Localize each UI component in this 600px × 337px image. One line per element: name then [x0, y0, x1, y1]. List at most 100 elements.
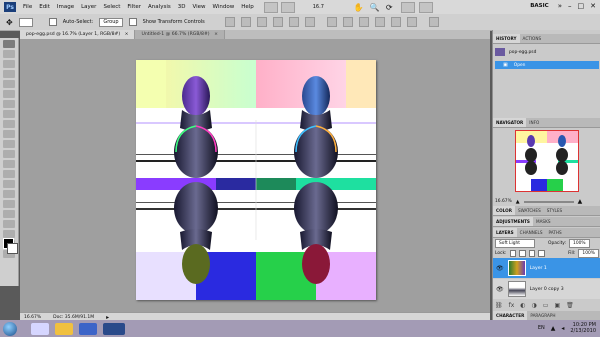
dodge-tool-icon[interactable]: [3, 170, 15, 178]
distribute-bottom-icon[interactable]: [358, 17, 369, 27]
align-hcenter-icon[interactable]: [288, 17, 299, 27]
menu-3d[interactable]: 3D: [178, 4, 186, 10]
3d-rotate-tool-icon[interactable]: [3, 220, 15, 228]
eyedropper-tool-icon[interactable]: [3, 90, 15, 98]
close-icon[interactable]: ×: [214, 32, 218, 37]
start-button[interactable]: [3, 321, 17, 336]
tab-paths[interactable]: PATHS: [546, 228, 565, 237]
distribute-right-icon[interactable]: [406, 17, 417, 27]
crop-tool-icon[interactable]: [3, 80, 15, 88]
path-select-tool-icon[interactable]: [3, 200, 15, 208]
history-step-open[interactable]: ▣ Open: [495, 61, 599, 69]
tab-masks[interactable]: MASKS: [533, 217, 554, 226]
new-group-icon[interactable]: ▭: [543, 302, 549, 309]
move-tool-icon[interactable]: ✥: [6, 18, 13, 27]
link-layers-icon[interactable]: ⛓: [495, 302, 503, 309]
tab-swatches[interactable]: SWATCHES: [515, 206, 544, 215]
tab-paragraph[interactable]: PARAGRAPH: [527, 311, 558, 320]
brush-tool-icon[interactable]: [3, 110, 15, 118]
zoom-tool-icon[interactable]: 🔍: [370, 3, 380, 12]
distribute-top-icon[interactable]: [326, 17, 337, 27]
zoom-level[interactable]: 16.7: [313, 4, 324, 10]
volume-icon[interactable]: ◂: [561, 325, 564, 332]
shape-tool-icon[interactable]: [3, 210, 15, 218]
navigator-zoom[interactable]: 16.67%: [495, 199, 512, 204]
minimize-icon[interactable]: –: [568, 2, 572, 10]
delete-layer-icon[interactable]: 🗑: [566, 302, 574, 309]
folder-taskbar-icon[interactable]: [55, 322, 73, 335]
align-vcenter-icon[interactable]: [240, 17, 251, 27]
3d-orbit-tool-icon[interactable]: [3, 230, 15, 238]
transform-controls-checkbox[interactable]: [128, 18, 137, 26]
layer-row-layer-1[interactable]: 👁 Layer 1: [493, 258, 600, 278]
network-icon[interactable]: ▲: [551, 325, 556, 332]
distribute-left-icon[interactable]: [374, 17, 385, 27]
tab-info[interactable]: INFO: [526, 118, 542, 127]
tab-character[interactable]: CHARACTER: [493, 311, 528, 320]
add-mask-icon[interactable]: ◐: [520, 302, 525, 309]
hand-tool-icon[interactable]: ✋: [354, 3, 364, 12]
tab-history[interactable]: HISTORY: [493, 34, 520, 43]
adjustment-layer-icon[interactable]: ◑: [532, 302, 537, 309]
healing-brush-tool-icon[interactable]: [3, 100, 15, 108]
opacity-field[interactable]: 100%: [569, 239, 590, 248]
menu-view[interactable]: View: [192, 4, 205, 10]
auto-select-checkbox[interactable]: [48, 18, 57, 26]
media-taskbar-icon[interactable]: [79, 322, 97, 335]
fill-field[interactable]: 100%: [578, 249, 599, 258]
tab-styles[interactable]: STYLES: [544, 206, 565, 215]
align-top-icon[interactable]: [224, 17, 235, 27]
align-bottom-icon[interactable]: [256, 17, 267, 27]
layer-row-layer-0-copy-3[interactable]: 👁 Layer 0 copy 3: [493, 279, 600, 299]
quick-select-tool-icon[interactable]: [3, 70, 15, 78]
tab-untitled-1[interactable]: Untitled-1 @ 66.7% (RGB/8#) ×: [135, 30, 225, 39]
zoom-out-icon[interactable]: ▲: [516, 199, 520, 205]
tab-layers[interactable]: LAYERS: [493, 228, 517, 237]
visibility-eye-icon[interactable]: 👁: [496, 286, 504, 293]
marquee-tool-icon[interactable]: [3, 50, 15, 58]
zoom-slider[interactable]: [523, 200, 574, 203]
language-indicator[interactable]: EN: [538, 325, 545, 331]
move-tool-icon[interactable]: [3, 40, 15, 48]
status-zoom[interactable]: 16.67%: [24, 315, 41, 320]
layer-name[interactable]: Layer 1: [530, 266, 547, 271]
clone-stamp-tool-icon[interactable]: [3, 120, 15, 128]
menu-select[interactable]: Select: [103, 4, 120, 10]
type-tool-icon[interactable]: [3, 190, 15, 198]
close-icon[interactable]: ✕: [590, 2, 596, 10]
arrange-documents-icon[interactable]: [400, 1, 415, 13]
lock-position-icon[interactable]: [528, 250, 536, 257]
tool-preset-picker[interactable]: [18, 17, 33, 27]
tab-actions[interactable]: ACTIONS: [520, 34, 545, 43]
menu-file[interactable]: File: [23, 4, 32, 10]
pen-tool-icon[interactable]: [3, 180, 15, 188]
minibridge-icon[interactable]: [280, 1, 295, 13]
blur-tool-icon[interactable]: [3, 160, 15, 168]
eraser-tool-icon[interactable]: [3, 140, 15, 148]
explorer-taskbar-icon[interactable]: [31, 322, 49, 335]
zoom-in-icon[interactable]: ▲: [578, 198, 583, 205]
tab-navigator[interactable]: NAVIGATOR: [493, 118, 527, 127]
screen-mode-icon[interactable]: [418, 1, 433, 13]
blend-mode-dropdown[interactable]: Soft Light: [495, 239, 535, 248]
expand-icon[interactable]: »: [558, 2, 562, 10]
menu-edit[interactable]: Edit: [39, 4, 50, 10]
distribute-hcenter-icon[interactable]: [390, 17, 401, 27]
tab-adjustments[interactable]: ADJUSTMENTS: [493, 217, 533, 226]
bridge-icon[interactable]: [263, 1, 278, 13]
new-layer-icon[interactable]: ▣: [554, 302, 560, 309]
workspace-switcher[interactable]: BASIC: [527, 3, 552, 9]
menu-image[interactable]: Image: [57, 4, 74, 10]
document-canvas[interactable]: [136, 60, 376, 300]
gradient-tool-icon[interactable]: [3, 150, 15, 158]
history-snapshot[interactable]: pop-egg.psd: [495, 46, 599, 58]
menu-window[interactable]: Window: [213, 4, 235, 10]
auto-align-icon[interactable]: [428, 17, 439, 27]
lock-all-icon[interactable]: [538, 250, 546, 257]
lock-pixels-icon[interactable]: [519, 250, 526, 257]
align-left-icon[interactable]: [272, 17, 283, 27]
maximize-icon[interactable]: □: [578, 2, 585, 10]
visibility-eye-icon[interactable]: 👁: [496, 265, 504, 272]
background-color-swatch[interactable]: [7, 243, 18, 254]
lasso-tool-icon[interactable]: [3, 60, 15, 68]
